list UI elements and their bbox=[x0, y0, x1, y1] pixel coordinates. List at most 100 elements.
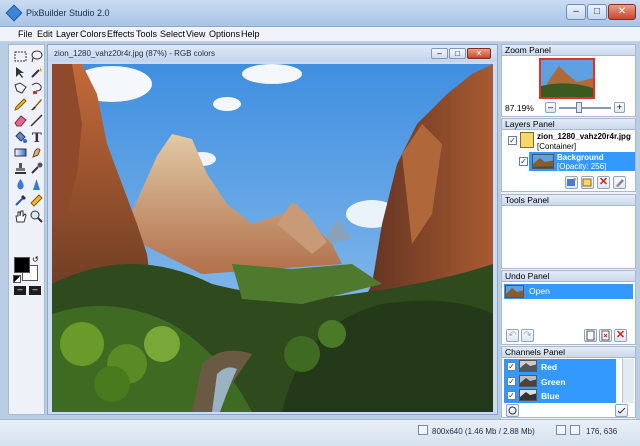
channel-red-checkbox[interactable]: ✓ bbox=[507, 362, 516, 371]
layer-opacity: [Opacity: 256] bbox=[557, 162, 607, 171]
sharpen-icon[interactable] bbox=[29, 177, 44, 192]
magic-wand-icon[interactable] bbox=[29, 65, 44, 80]
toolbox: T ↺ – – bbox=[8, 44, 45, 415]
new-container-button[interactable] bbox=[581, 176, 594, 189]
channels-scrollbar[interactable] bbox=[622, 359, 634, 403]
hand-icon[interactable] bbox=[13, 209, 28, 224]
zoom-out-button[interactable]: – bbox=[545, 102, 556, 113]
reset-colors-icon[interactable] bbox=[13, 275, 21, 283]
close-button[interactable]: ✕ bbox=[608, 4, 636, 20]
cursor-position-icon bbox=[556, 425, 566, 435]
delete-history-button[interactable]: ✕ bbox=[614, 329, 627, 342]
menu-select[interactable]: Select bbox=[160, 29, 185, 39]
channel-blue-thumbnail bbox=[519, 389, 537, 401]
zoom-slider-thumb[interactable] bbox=[576, 102, 582, 113]
new-layer-button[interactable] bbox=[565, 176, 578, 189]
smudge-icon[interactable] bbox=[29, 145, 44, 160]
new-container-icon bbox=[582, 178, 592, 187]
eraser-icon[interactable] bbox=[13, 113, 28, 128]
clear-history-button[interactable] bbox=[599, 329, 612, 342]
ruler-icon[interactable] bbox=[29, 193, 44, 208]
new-snapshot-button[interactable] bbox=[584, 329, 597, 342]
container-type: [Container] bbox=[537, 142, 577, 151]
menu-edit[interactable]: Edit bbox=[37, 29, 53, 39]
doc-minimize-button[interactable]: – bbox=[431, 48, 448, 59]
channel-green-checkbox[interactable]: ✓ bbox=[507, 377, 516, 386]
minimize-button[interactable]: – bbox=[566, 4, 586, 20]
image-canvas[interactable] bbox=[52, 64, 493, 412]
channel-options-button[interactable] bbox=[615, 404, 628, 417]
maximize-button[interactable]: □ bbox=[587, 4, 607, 20]
landscape-photo bbox=[52, 64, 493, 412]
image-size-status: 800x640 (1.46 Mb / 2.88 Mb) bbox=[432, 427, 535, 436]
shrink-toolbox-icon[interactable]: – bbox=[14, 285, 26, 295]
svg-text:T: T bbox=[32, 131, 42, 144]
clone-stamp-icon[interactable] bbox=[13, 161, 28, 176]
undo-button[interactable]: ↶ bbox=[506, 329, 519, 342]
pencil-icon[interactable] bbox=[13, 97, 28, 112]
channel-selection-button[interactable] bbox=[506, 404, 519, 417]
container-visibility-checkbox[interactable]: ✓ bbox=[508, 136, 517, 145]
app-logo-icon bbox=[5, 4, 23, 22]
zoom-value: 87.19% bbox=[505, 103, 534, 113]
layer-row-background[interactable]: Background [Opacity: 256] bbox=[529, 152, 635, 171]
zoom-panel: 87.19% – + bbox=[501, 56, 636, 117]
title-bar: PixBuilder Studio 2.0 – □ ✕ bbox=[0, 0, 640, 27]
menu-colors[interactable]: Colors bbox=[80, 29, 106, 39]
layer-properties-button[interactable] bbox=[613, 176, 626, 189]
menu-options[interactable]: Options bbox=[209, 29, 240, 39]
layer-thumbnail bbox=[532, 154, 554, 169]
blur-icon[interactable] bbox=[13, 177, 28, 192]
lasso-icon[interactable] bbox=[29, 49, 44, 64]
swap-colors-icon[interactable]: ↺ bbox=[32, 255, 41, 264]
polygon-lasso-icon[interactable] bbox=[13, 81, 28, 96]
document-window: zion_1280_vahz20r4r.jpg (87%) - RGB colo… bbox=[47, 44, 498, 415]
status-bar: 800x640 (1.46 Mb / 2.88 Mb) 176, 636 bbox=[0, 419, 640, 446]
channel-green-thumbnail bbox=[519, 375, 537, 387]
foreground-color-swatch[interactable] bbox=[14, 257, 30, 273]
menu-view[interactable]: View bbox=[186, 29, 205, 39]
gradient-icon[interactable] bbox=[13, 145, 28, 160]
undo-item-open[interactable]: Open bbox=[504, 284, 633, 299]
channel-red-label[interactable]: Red bbox=[541, 362, 557, 372]
properties-icon bbox=[616, 179, 624, 187]
menu-layer[interactable]: Layer bbox=[56, 29, 79, 39]
zoom-slider-track[interactable] bbox=[559, 107, 611, 109]
magnetic-lasso-icon[interactable] bbox=[29, 81, 44, 96]
doc-maximize-button[interactable]: □ bbox=[449, 48, 466, 59]
new-layer-icon bbox=[567, 177, 577, 186]
layers-panel-header: Layers Panel bbox=[501, 118, 636, 130]
channel-blue-checkbox[interactable]: ✓ bbox=[507, 391, 516, 400]
fill-bucket-icon[interactable] bbox=[13, 129, 28, 144]
channel-green-label[interactable]: Green bbox=[541, 377, 566, 387]
channel-blue-label[interactable]: Blue bbox=[541, 391, 559, 401]
document-title: zion_1280_vahz20r4r.jpg (87%) - RGB colo… bbox=[54, 49, 215, 58]
redo-button[interactable]: ↷ bbox=[521, 329, 534, 342]
crosshair-icon bbox=[570, 425, 580, 435]
container-name[interactable]: zion_1280_vahz20r4r.jpg bbox=[537, 132, 631, 141]
zoom-preview[interactable] bbox=[539, 58, 595, 99]
line-icon[interactable] bbox=[29, 113, 44, 128]
zoom-in-button[interactable]: + bbox=[614, 102, 625, 113]
layers-panel: ✓ zion_1280_vahz20r4r.jpg [Container] Ba… bbox=[501, 130, 636, 192]
expand-toolbox-icon[interactable]: – bbox=[29, 285, 41, 295]
doc-close-button[interactable]: ✕ bbox=[467, 48, 491, 59]
dropper-tool-icon[interactable] bbox=[29, 161, 44, 176]
menu-tools[interactable]: Tools bbox=[136, 29, 157, 39]
zoom-icon[interactable] bbox=[29, 209, 44, 224]
delete-layer-button[interactable]: ✕ bbox=[597, 176, 610, 189]
folder-icon bbox=[520, 132, 534, 148]
brush-icon[interactable] bbox=[29, 97, 44, 112]
text-icon[interactable]: T bbox=[29, 129, 44, 144]
move-icon[interactable] bbox=[13, 65, 28, 80]
clear-icon bbox=[601, 330, 610, 341]
tools-panel bbox=[501, 206, 636, 269]
menu-effects[interactable]: Effects bbox=[107, 29, 134, 39]
tools-panel-header: Tools Panel bbox=[501, 194, 636, 206]
menu-file[interactable]: File bbox=[18, 29, 33, 39]
rect-select-icon[interactable] bbox=[13, 49, 28, 64]
image-size-icon bbox=[418, 425, 428, 435]
eyedropper-icon[interactable] bbox=[13, 193, 28, 208]
menu-help[interactable]: Help bbox=[241, 29, 260, 39]
layer-visibility-checkbox[interactable]: ✓ bbox=[519, 157, 528, 166]
